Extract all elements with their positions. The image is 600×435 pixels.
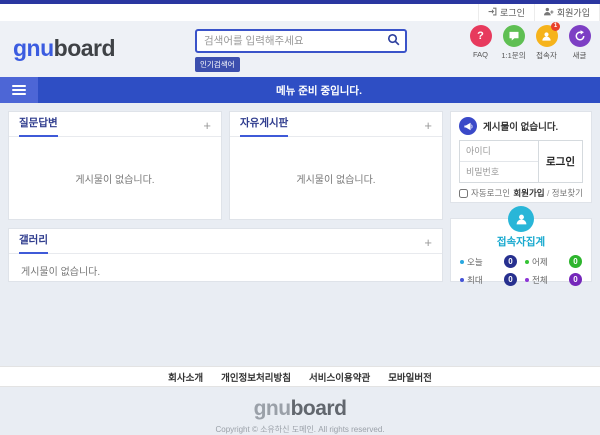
auto-login-checkbox[interactable]: [459, 189, 468, 198]
main-menu-bar: 메뉴 준비 중입니다.: [0, 77, 600, 103]
board-more-button[interactable]: +: [203, 119, 211, 136]
footer-logo-suffix: board: [291, 397, 347, 420]
quick-link-label: FAQ: [466, 50, 495, 59]
question-mark-icon: ?: [470, 25, 492, 47]
stat-yesterday: 어제 0: [525, 255, 582, 268]
stat-value-badge: 0: [504, 255, 517, 268]
search-box: [195, 29, 407, 53]
footer-logo-prefix: gnu: [254, 397, 291, 420]
site-header: gnuboard 인기검색어 ? FAQ 1:1문의 1 접속자 새글: [0, 21, 600, 77]
main-content: 질문답변 + 게시물이 없습니다. 자유게시판 + 게시물이 없습니다. 갤러리…: [0, 103, 600, 290]
board-widget-qna: 질문답변 + 게시물이 없습니다.: [8, 111, 222, 220]
signup-link-sidebar[interactable]: 회원가입: [513, 188, 544, 198]
board-more-button[interactable]: +: [424, 236, 432, 253]
visitor-count-badge: 1: [551, 22, 560, 31]
board-row: 질문답변 + 게시물이 없습니다. 자유게시판 + 게시물이 없습니다.: [8, 111, 443, 220]
footer-link-mobile[interactable]: 모바일버전: [388, 370, 432, 384]
board-title-link[interactable]: 자유게시판: [240, 115, 288, 137]
footer-link-company[interactable]: 회사소개: [168, 370, 203, 384]
stat-label: 어제: [532, 256, 548, 268]
logo-suffix: board: [54, 35, 115, 61]
member-links: 회원가입 / 정보찾기: [513, 187, 583, 199]
stat-label: 오늘: [467, 256, 483, 268]
quick-link-label: 1:1문의: [499, 50, 528, 61]
site-logo[interactable]: gnuboard: [13, 35, 115, 62]
quick-link-visitors[interactable]: 1 접속자: [532, 25, 561, 61]
stat-value-badge: 0: [569, 273, 582, 286]
auto-login-label: 자동로그인: [471, 187, 510, 199]
board-header: 질문답변 +: [9, 112, 221, 137]
visitor-stats-title: 접속자집계: [460, 234, 582, 249]
search-area: 인기검색어: [195, 29, 407, 72]
board-empty-message: 게시물이 없습니다.: [9, 137, 221, 219]
stat-total: 전체 0: [525, 273, 582, 286]
footer-link-terms[interactable]: 서비스이용약관: [309, 370, 370, 384]
visitor-stats-widget: 접속자집계 오늘 0 어제 0 최대 0 전체 0: [450, 218, 592, 282]
hamburger-icon: [12, 85, 26, 87]
board-empty-message: 게시물이 없습니다.: [230, 137, 442, 219]
bullet-dot: [460, 278, 464, 282]
footer-nav: 회사소개 개인정보처리방침 서비스이용약관 모바일버전: [0, 366, 600, 387]
bullet-dot: [460, 260, 464, 264]
login-link[interactable]: 로그인: [478, 4, 534, 21]
copyright-text: Copyright © 소유하신 도메인. All rights reserve…: [0, 424, 600, 435]
menu-status-message: 메뉴 준비 중입니다.: [38, 77, 600, 103]
board-more-button[interactable]: +: [424, 119, 432, 136]
logo-prefix: gnu: [13, 35, 54, 61]
board-header: 갤러리 +: [9, 229, 442, 254]
visitors-stat-icon: [508, 206, 534, 232]
popular-search-badge[interactable]: 인기검색어: [195, 57, 240, 72]
search-button[interactable]: [381, 31, 405, 51]
user-plus-icon: [544, 7, 554, 18]
quick-link-faq[interactable]: ? FAQ: [466, 25, 495, 61]
search-icon: [387, 33, 400, 49]
stat-label: 최대: [467, 274, 483, 286]
login-id-input[interactable]: [460, 141, 538, 161]
board-column: 질문답변 + 게시물이 없습니다. 자유게시판 + 게시물이 없습니다. 갤러리…: [8, 111, 443, 282]
login-password-input[interactable]: [460, 162, 538, 182]
stat-max: 최대 0: [460, 273, 517, 286]
footer-logo: gnuboard: [0, 397, 600, 421]
speech-bubble-icon: [503, 25, 525, 47]
login-options: 자동로그인 회원가입 / 정보찾기: [459, 187, 583, 199]
megaphone-icon: [459, 117, 477, 135]
link-divider: /: [547, 188, 549, 198]
quick-link-label: 새글: [565, 50, 594, 61]
quick-link-inquiry[interactable]: 1:1문의: [499, 25, 528, 61]
stat-today: 오늘 0: [460, 255, 517, 268]
board-empty-message: 게시물이 없습니다.: [9, 254, 442, 287]
signup-label: 회원가입: [557, 6, 590, 19]
login-label: 로그인: [500, 6, 525, 19]
login-form: 로그인: [459, 140, 583, 183]
stat-value-badge: 0: [569, 255, 582, 268]
utility-bar: 로그인 회원가입: [0, 4, 600, 21]
footer-link-privacy[interactable]: 개인정보처리방침: [221, 370, 291, 384]
find-info-link[interactable]: 정보찾기: [552, 188, 583, 198]
refresh-icon: [569, 25, 591, 47]
auto-login-option: 자동로그인: [459, 187, 510, 199]
board-title-link[interactable]: 갤러리: [19, 232, 48, 254]
hamburger-menu-button[interactable]: [0, 77, 38, 103]
quick-link-new-posts[interactable]: 새글: [565, 25, 594, 61]
notice-row: 게시물이 없습니다.: [459, 117, 583, 135]
board-widget-free: 자유게시판 + 게시물이 없습니다.: [229, 111, 443, 220]
login-inputs: [460, 141, 538, 182]
signup-link[interactable]: 회원가입: [534, 4, 600, 21]
notice-empty-message: 게시물이 없습니다.: [483, 119, 558, 133]
board-title-link[interactable]: 질문답변: [19, 115, 58, 137]
stat-label: 전체: [532, 274, 548, 286]
quick-links: ? FAQ 1:1문의 1 접속자 새글: [466, 25, 594, 61]
quick-link-label: 접속자: [532, 50, 561, 61]
board-widget-gallery: 갤러리 + 게시물이 없습니다.: [8, 228, 443, 282]
login-submit-button[interactable]: 로그인: [538, 141, 582, 182]
bullet-dot: [525, 260, 529, 264]
visitor-stats-grid: 오늘 0 어제 0 최대 0 전체 0: [460, 255, 582, 286]
login-widget: 게시물이 없습니다. 로그인 자동로그인 회원가입 / 정보찾기: [450, 111, 592, 203]
bullet-dot: [525, 278, 529, 282]
login-icon: [488, 7, 497, 18]
search-input[interactable]: [197, 35, 381, 47]
sidebar: 게시물이 없습니다. 로그인 자동로그인 회원가입 / 정보찾기: [450, 111, 592, 282]
stat-value-badge: 0: [504, 273, 517, 286]
board-header: 자유게시판 +: [230, 112, 442, 137]
